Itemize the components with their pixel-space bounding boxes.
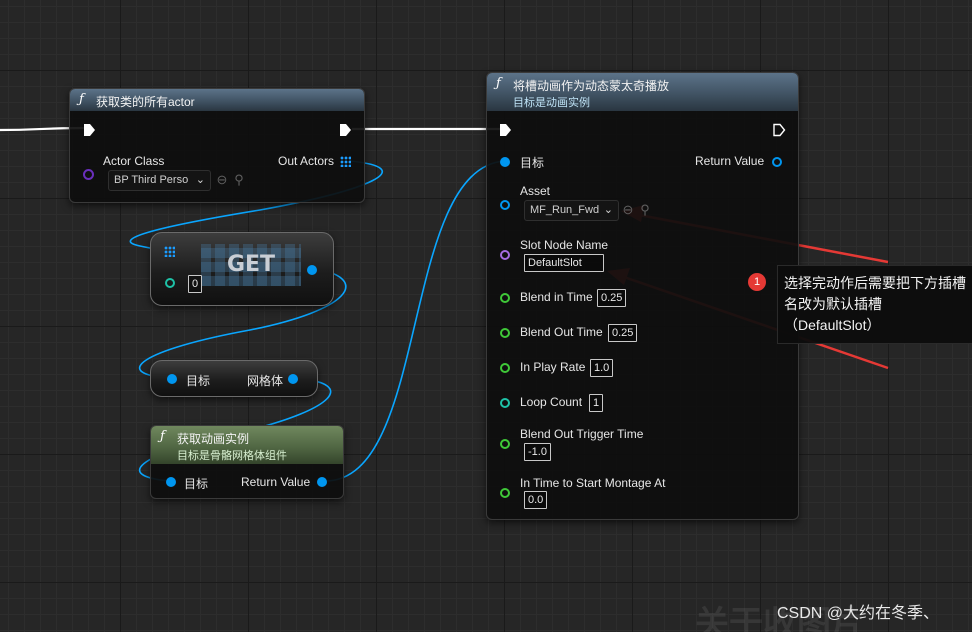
node-header: ƒ 获取动画实例 目标是骨骼网格体组件 [151,426,343,464]
annotation-text: 选择完动作后需要把下方插槽名改为默认插槽（DefaultSlot） [784,275,966,333]
start-time-label: In Time to Start Montage At [520,476,666,490]
function-icon: ƒ [496,76,501,91]
loop-count-field[interactable]: 1 [589,394,604,412]
blend-out-pin[interactable] [500,328,510,338]
mesh-target-pin[interactable] [167,374,177,384]
node-title: 将槽动画作为动态蒙太奇播放 [513,79,670,93]
node-array-get[interactable]: GET 0 [150,232,334,306]
blend-out-trigger-field[interactable]: -1.0 [524,443,551,461]
browse-arrow-icon[interactable]: ⊖ [620,202,636,218]
blend-out-field[interactable]: 0.25 [608,324,638,342]
actor-class-value: BP Third Perso [114,174,189,186]
slot-node-name-label: Slot Node Name [520,238,609,252]
node-title: 获取类的所有actor [96,95,195,109]
blend-in-label: Blend in Time [520,290,593,304]
annotation-badge: 1 [748,273,766,291]
exec-in-pin-icon[interactable] [498,123,512,137]
return-value-label: Return Value [695,154,765,168]
play-rate-label: In Play Rate [520,360,586,374]
blend-out-trigger-label: Blend Out Trigger Time [520,427,644,441]
asset-pin[interactable] [500,200,510,210]
annotation-callout: 选择完动作后需要把下方插槽名改为默认插槽（DefaultSlot） [777,265,972,344]
mesh-output-pin[interactable] [288,374,298,384]
blend-out-label: Blend Out Time [520,325,603,339]
exec-out-pin-icon[interactable] [772,123,786,137]
blend-in-field[interactable]: 0.25 [597,289,627,307]
index-pin[interactable] [165,278,175,288]
out-actors-label: Out Actors [278,154,335,168]
node-header: ƒ 将槽动画作为动态蒙太奇播放 目标是动画实例 [487,73,798,111]
exec-out-pin-icon[interactable] [338,123,352,137]
chevron-down-icon: ⌄ [603,204,613,216]
slot-node-name-field[interactable]: DefaultSlot [524,254,604,272]
mesh-target-label: 目标 [186,374,211,388]
slot-node-name-pin[interactable] [500,250,510,260]
function-icon: ƒ [79,92,84,107]
exec-in-pin-icon[interactable] [82,123,96,137]
node-subtitle: 目标是骨骼网格体组件 [177,450,287,462]
index-field[interactable]: 0 [188,275,203,293]
node-title: 获取动画实例 [177,432,250,446]
search-icon[interactable]: ⚲ [231,172,247,188]
browse-arrow-icon[interactable]: ⊖ [214,172,230,188]
asset-label: Asset [520,184,551,198]
chevron-down-icon: ⌄ [195,174,205,186]
get-output-pin[interactable] [307,265,317,275]
play-rate-pin[interactable] [500,363,510,373]
play-rate-field[interactable]: 1.0 [590,359,614,377]
target-label: 目标 [520,156,545,170]
watermark: CSDN @大约在冬季、 [777,605,940,622]
mesh-output-label: 网格体 [247,374,284,388]
blend-out-trigger-pin[interactable] [500,439,510,449]
node-get-all-actors-of-class[interactable]: ƒ 获取类的所有actor Actor Class BP Third Perso… [69,88,365,203]
blend-in-pin[interactable] [500,293,510,303]
asset-value: MF_Run_Fwd [530,204,600,216]
asset-dropdown[interactable]: MF_Run_Fwd ⌄ [524,200,619,221]
anim-to-target-wire [324,160,505,482]
array-grid-icon[interactable] [164,246,175,257]
node-header: ƒ 获取类的所有actor [70,89,364,111]
anim-return-label: Return Value [241,475,311,489]
return-value-pin[interactable] [772,157,782,167]
anim-return-pin[interactable] [317,477,327,487]
actor-class-dropdown[interactable]: BP Third Perso ⌄ [108,170,211,191]
node-get-mesh[interactable]: 目标 网格体 [150,360,318,397]
start-time-pin[interactable] [500,488,510,498]
search-icon[interactable]: ⚲ [637,202,653,218]
node-subtitle: 目标是动画实例 [513,97,590,109]
node-play-slot-animation[interactable]: ƒ 将槽动画作为动态蒙太奇播放 目标是动画实例 目标 Return Value … [486,72,799,520]
anim-target-label: 目标 [184,477,209,491]
loop-count-pin[interactable] [500,398,510,408]
actor-class-pin[interactable] [83,169,94,180]
actor-class-label: Actor Class [103,154,165,168]
target-pin[interactable] [500,157,510,167]
array-grid-icon[interactable] [340,156,351,167]
start-time-field[interactable]: 0.0 [524,491,548,509]
function-icon: ƒ [160,429,165,444]
loop-count-label: Loop Count [520,395,583,409]
anim-target-pin[interactable] [166,477,176,487]
node-get-anim-instance[interactable]: ƒ 获取动画实例 目标是骨骼网格体组件 目标 Return Value [150,425,344,499]
node-title: GET [201,244,301,286]
